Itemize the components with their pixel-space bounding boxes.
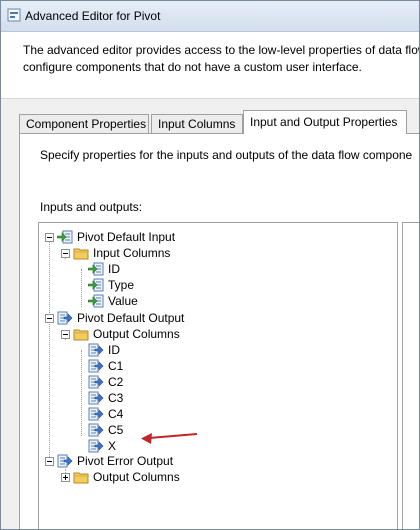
tree-node-label: C1: [108, 359, 124, 373]
tree-node-error-output[interactable]: Pivot Error Output: [45, 453, 173, 469]
tree-connector: [81, 350, 82, 436]
tree-node-input-columns[interactable]: Input Columns: [61, 245, 170, 261]
tab-label: Component Properties: [26, 117, 147, 131]
window-title: Advanced Editor for Pivot: [25, 9, 161, 23]
tree-node-label: Input Columns: [93, 246, 171, 260]
tree-node-input-column-value[interactable]: Value: [88, 293, 138, 309]
tree-connector: [81, 269, 82, 307]
description-line-2: configure components that do not have a …: [23, 60, 362, 74]
tree-node-output-column-c3[interactable]: C3: [88, 390, 123, 406]
tree-node-default-input[interactable]: Pivot Default Input: [45, 229, 175, 245]
properties-grid[interactable]: [402, 222, 419, 529]
tab-input-output-properties[interactable]: Input and Output Properties: [243, 110, 407, 134]
output-arrow-icon: [88, 343, 104, 357]
tree-node-label: Value: [108, 294, 138, 308]
editor-description: The advanced editor provides access to t…: [23, 42, 420, 76]
tree-node-label: C5: [108, 423, 124, 437]
collapse-toggle[interactable]: [45, 456, 54, 466]
editor-description-area: The advanced editor provides access to t…: [1, 32, 419, 99]
folder-icon: [73, 248, 89, 260]
tree-node-output-column-c1[interactable]: C1: [88, 358, 123, 374]
output-arrow-icon: [88, 439, 104, 453]
tree-node-output-column-c5[interactable]: C5: [88, 422, 123, 438]
tree-node-output-column-id[interactable]: ID: [88, 342, 120, 358]
output-arrow-icon: [57, 311, 73, 325]
panel-description: Specify properties for the inputs and ou…: [40, 148, 413, 162]
tree-node-output-column-c2[interactable]: C2: [88, 374, 123, 390]
tree-node-label: Output Columns: [93, 470, 180, 484]
tree-node-input-column-id[interactable]: ID: [88, 261, 120, 277]
tree-node-input-column-type[interactable]: Type: [88, 277, 134, 293]
output-arrow-icon: [88, 423, 104, 437]
input-arrow-icon: [88, 262, 104, 276]
tree-node-output-columns[interactable]: Output Columns: [61, 326, 180, 342]
tree-node-label: Type: [108, 278, 135, 292]
tree-node-output-column-c4[interactable]: C4: [88, 406, 123, 422]
tree-node-label: X: [108, 439, 117, 453]
tab-input-columns[interactable]: Input Columns: [151, 114, 243, 133]
folder-icon: [73, 329, 89, 341]
collapse-toggle[interactable]: [61, 248, 70, 258]
advanced-editor-window: Advanced Editor for Pivot The advanced e…: [0, 0, 420, 530]
tab-strip: Component Properties Input Columns Input…: [19, 110, 419, 134]
tree-node-label: C2: [108, 375, 124, 389]
tree-node-error-output-columns[interactable]: Output Columns: [61, 469, 180, 485]
tree-node-label: Pivot Default Output: [77, 311, 185, 325]
app-icon: [7, 8, 21, 22]
input-arrow-icon: [88, 294, 104, 308]
tree-connector: [49, 237, 50, 457]
tree-node-default-output[interactable]: Pivot Default Output: [45, 310, 184, 326]
folder-icon: [73, 472, 89, 484]
tree-node-label: Pivot Error Output: [77, 454, 174, 468]
inputs-outputs-label: Inputs and outputs:: [40, 200, 143, 214]
collapse-toggle[interactable]: [61, 329, 70, 339]
output-arrow-icon: [57, 454, 73, 468]
input-arrow-icon: [88, 278, 104, 292]
tree-node-output-column-x[interactable]: X: [88, 438, 116, 454]
title-bar: Advanced Editor for Pivot: [1, 1, 419, 32]
tree-node-label: Output Columns: [93, 327, 180, 341]
tab-label: Input Columns: [158, 117, 236, 131]
tree-node-label: C4: [108, 407, 124, 421]
tab-label: Input and Output Properties: [250, 115, 398, 129]
input-arrow-icon: [57, 230, 73, 244]
expand-toggle[interactable]: [61, 472, 70, 482]
input-output-properties-panel: Specify properties for the inputs and ou…: [19, 133, 419, 529]
tree-node-label: ID: [108, 343, 120, 357]
inputs-outputs-tree[interactable]: Pivot Default Input Input Columns ID Typ…: [38, 222, 398, 529]
output-arrow-icon: [88, 391, 104, 405]
tree-node-label: Pivot Default Input: [77, 230, 176, 244]
collapse-toggle[interactable]: [45, 232, 54, 242]
output-arrow-icon: [88, 375, 104, 389]
tree-node-label: C3: [108, 391, 124, 405]
collapse-toggle[interactable]: [45, 313, 54, 323]
annotation-arrow-icon: [141, 433, 198, 444]
description-line-1: The advanced editor provides access to t…: [23, 43, 420, 57]
output-arrow-icon: [88, 359, 104, 373]
tab-component-properties[interactable]: Component Properties: [19, 114, 149, 133]
output-arrow-icon: [88, 407, 104, 421]
tree-node-label: ID: [108, 262, 120, 276]
